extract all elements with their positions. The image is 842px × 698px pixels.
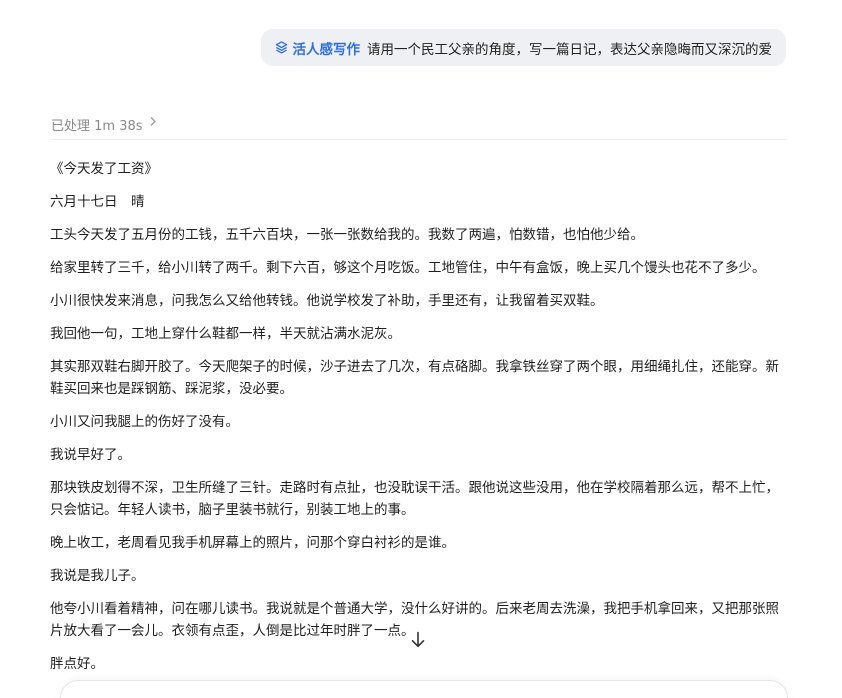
diary-paragraph: 晚上收工，老周看见我手机屏幕上的照片，问那个穿白衬衫的是谁。 [50, 535, 455, 551]
diary-paragraph: 给家里转了三千，给小川转了两千。剩下六百，够这个月吃饭。工地管住，中午有盒饭，晚… [50, 260, 766, 276]
scroll-to-bottom-button[interactable] [405, 627, 431, 653]
skill-tag-label: 活人感写作 [292, 41, 361, 58]
chat-page: 活人感写作 请用一个民工父亲的角度，写一篇日记，表达父亲隐晦而又深沉的爱 已处理… [0, 0, 842, 698]
process-status-label: 已处理 1m 38s [51, 119, 143, 134]
user-message-text: 请用一个民工父亲的角度，写一篇日记，表达父亲隐晦而又深沉的爱 [367, 41, 772, 58]
diary-paragraph: 胖点好。 [50, 656, 104, 672]
user-message-bubble: 活人感写作 请用一个民工父亲的角度，写一篇日记，表达父亲隐晦而又深沉的爱 [260, 29, 786, 66]
diary-paragraph: 我说早好了。 [50, 447, 131, 463]
process-status-toggle[interactable]: 已处理 1m 38s [51, 115, 786, 140]
skill-tag[interactable]: 活人感写作 [275, 38, 361, 58]
diary-paragraph: 其实那双鞋右脚开胶了。今天爬架子的时候，沙子进去了几次，有点硌脚。我拿铁丝穿了两… [50, 359, 779, 397]
diary-paragraph: 那块铁皮划得不深，卫生所缝了三针。走路时有点扯，也没耽误干活。跟他说这些没用，他… [50, 480, 779, 518]
chevron-right-icon [149, 115, 157, 132]
chat-input-box[interactable] [60, 680, 788, 698]
diary-paragraph: 小川又问我腿上的伤好了没有。 [50, 414, 239, 430]
arrow-down-icon [411, 631, 425, 648]
assistant-response: 《今天发了工资》 六月十七日 晴 工头今天发了五月份的工钱，五千六百块，一张一张… [50, 158, 786, 686]
diary-date: 六月十七日 晴 [50, 194, 145, 210]
diary-paragraph: 工头今天发了五月份的工钱，五千六百块，一张一张数给我的。我数了两遍，怕数错，也怕… [50, 227, 644, 243]
diary-paragraph: 我回他一句，工地上穿什么鞋都一样，半天就沾满水泥灰。 [50, 326, 401, 342]
diary-paragraph: 我说是我儿子。 [50, 568, 145, 584]
layers-icon [275, 41, 287, 54]
diary-paragraph: 小川很快发来消息，问我怎么又给他转钱。他说学校发了补助，手里还有，让我留着买双鞋… [50, 293, 604, 309]
diary-title: 《今天发了工资》 [50, 161, 158, 177]
